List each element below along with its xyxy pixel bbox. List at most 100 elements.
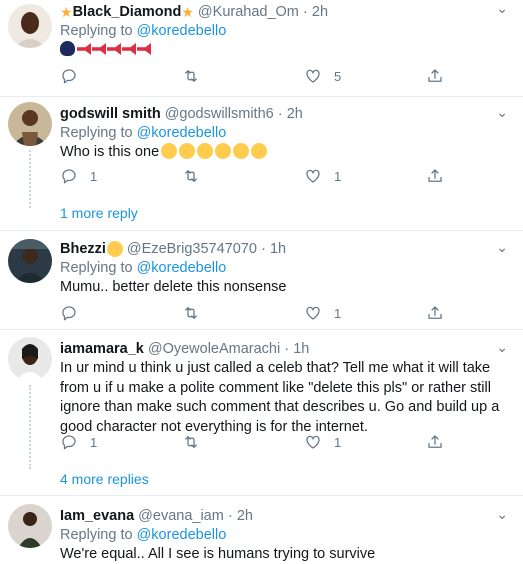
replying-to: Replying to @koredebello	[60, 526, 511, 545]
share-icon	[428, 169, 442, 182]
avatar[interactable]	[8, 239, 52, 283]
tweet-actions: 1 1	[60, 432, 523, 452]
like-count: 1	[334, 305, 342, 321]
mention-link[interactable]: @koredebello	[137, 527, 227, 543]
separator: ·	[302, 3, 308, 20]
share-icon	[428, 69, 442, 82]
more-icon[interactable]: ⌄	[496, 0, 509, 17]
display-name[interactable]: iamamara_k	[60, 339, 144, 359]
more-icon[interactable]: ⌄	[496, 339, 509, 356]
avatar[interactable]	[8, 504, 52, 548]
like-icon	[306, 306, 320, 320]
reply-count: 1	[90, 168, 98, 184]
thread-line	[29, 385, 31, 469]
avatar[interactable]	[8, 337, 52, 381]
speaking-head-emoji-icon	[60, 41, 75, 56]
reply-tweet[interactable]: iamamara_k @OyewoleAmarachi · 1h In ur m…	[0, 331, 523, 493]
tweet-text: We're equal.. All I see is humans trying…	[60, 546, 376, 562]
mention-link[interactable]: @koredebello	[137, 260, 227, 276]
user-handle[interactable]: @OyewoleAmarachi	[148, 339, 280, 359]
retweet-icon	[185, 307, 197, 319]
reply-button[interactable]: 1	[60, 433, 182, 451]
like-count: 5	[334, 68, 342, 84]
reply-count: 1	[90, 434, 98, 450]
avatar[interactable]	[8, 4, 52, 48]
avatar[interactable]	[8, 102, 52, 146]
tweet-actions: 1 1	[60, 166, 523, 186]
rolling-eyes-emoji-icon	[251, 143, 268, 159]
retweet-button[interactable]	[182, 304, 304, 322]
like-button[interactable]: 1	[304, 433, 426, 451]
like-icon	[306, 69, 320, 83]
megaphone-emoji-icon	[77, 43, 91, 55]
reply-button[interactable]	[60, 67, 182, 85]
tweet-text: Who is this one	[60, 143, 511, 163]
reply-tweet[interactable]: Iam_evana @evana_iam · 2h Replying to @k…	[0, 496, 523, 564]
user-handle[interactable]: @evana_iam	[138, 506, 224, 526]
share-button[interactable]	[426, 167, 523, 185]
replying-to: Replying to @koredebello	[60, 124, 511, 143]
reply-tweet[interactable]: ★ Black_Diamond ★ @Kurahad_Om · 2h Reply…	[0, 0, 523, 97]
replying-to-label: Replying to	[60, 527, 133, 543]
retweet-button[interactable]	[182, 167, 304, 185]
more-icon[interactable]: ⌄	[496, 506, 509, 523]
reply-button[interactable]	[60, 304, 182, 322]
reply-tweet[interactable]: godswill smith @godswillsmith6 · 2h Repl…	[0, 98, 523, 233]
timestamp[interactable]: 1h	[293, 339, 309, 359]
more-icon[interactable]: ⌄	[496, 239, 509, 256]
share-icon	[428, 435, 442, 448]
share-button[interactable]	[426, 304, 523, 322]
timestamp[interactable]: 2h	[287, 104, 303, 124]
like-button[interactable]: 1	[304, 304, 426, 322]
rolling-eyes-emoji-icon	[161, 143, 178, 159]
tweet-text: Mumu.. better delete this nonsense	[60, 279, 287, 295]
retweet-icon	[185, 70, 197, 82]
retweet-icon	[185, 436, 197, 448]
star-emoji-icon: ★	[60, 4, 73, 20]
user-handle[interactable]: @EzeBrig35747070	[127, 239, 257, 259]
tweet-actions: 5	[60, 66, 523, 86]
more-icon[interactable]: ⌄	[496, 104, 509, 121]
like-button[interactable]: 1	[304, 167, 426, 185]
show-more-replies-link[interactable]: 1 more reply	[60, 205, 138, 221]
emoji-icon	[106, 241, 123, 257]
mention-link[interactable]: @koredebello	[137, 125, 227, 141]
share-button[interactable]	[426, 67, 523, 85]
tweet-text	[60, 41, 511, 61]
tweet-text-content: Who is this one	[60, 144, 160, 160]
retweet-button[interactable]	[182, 433, 304, 451]
megaphone-emoji-icon	[122, 43, 136, 55]
timestamp[interactable]: 1h	[270, 239, 286, 259]
mention-link[interactable]: @koredebello	[137, 23, 227, 39]
reply-icon	[62, 169, 76, 184]
retweet-button[interactable]	[182, 67, 304, 85]
separator: ·	[277, 105, 283, 122]
display-name[interactable]: godswill smith	[60, 104, 161, 124]
user-handle[interactable]: @godswillsmith6	[165, 104, 274, 124]
like-icon	[306, 169, 320, 183]
display-name[interactable]: Bhezzi	[60, 239, 106, 259]
display-name[interactable]: Black_Diamond	[73, 2, 182, 22]
star-emoji-icon: ★	[181, 4, 194, 20]
like-button[interactable]: 5	[304, 67, 426, 85]
share-button[interactable]	[426, 433, 523, 451]
reply-button[interactable]: 1	[60, 167, 182, 185]
timestamp[interactable]: 2h	[237, 506, 253, 526]
display-name[interactable]: Iam_evana	[60, 506, 134, 526]
reply-icon	[62, 306, 76, 321]
rolling-eyes-emoji-icon	[197, 143, 214, 159]
separator: ·	[284, 340, 290, 357]
reply-icon	[62, 69, 76, 84]
separator: ·	[260, 240, 266, 257]
reply-tweet[interactable]: Bhezzi @EzeBrig35747070 · 1h Replying to…	[0, 231, 523, 330]
replying-to: Replying to @koredebello	[60, 259, 511, 278]
show-more-replies-link[interactable]: 4 more replies	[60, 471, 149, 487]
replying-to-label: Replying to	[60, 125, 133, 141]
user-handle[interactable]: @Kurahad_Om	[198, 2, 299, 22]
replying-to: Replying to @koredebello	[60, 22, 511, 41]
tweet-actions: 1	[60, 303, 523, 323]
share-icon	[428, 306, 442, 319]
timestamp[interactable]: 2h	[312, 2, 328, 22]
megaphone-emoji-icon	[137, 43, 151, 55]
rolling-eyes-emoji-icon	[179, 143, 196, 159]
